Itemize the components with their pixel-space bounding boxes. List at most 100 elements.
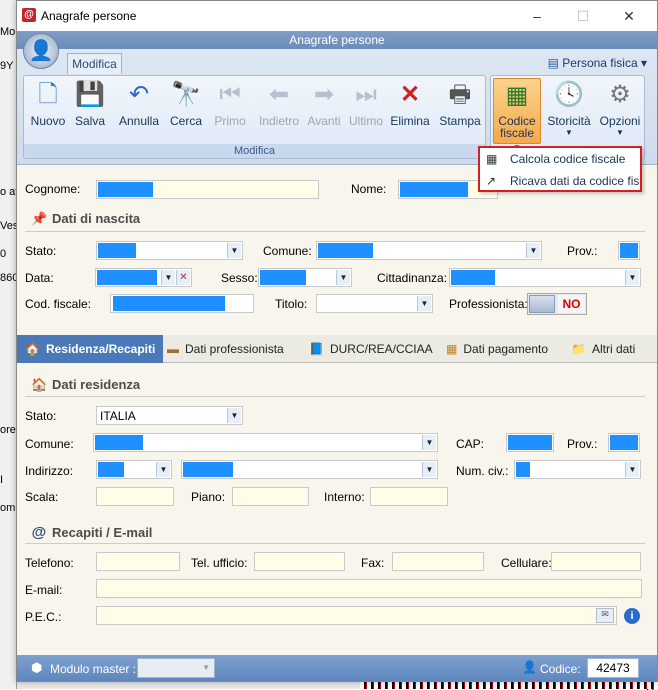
storicita-button[interactable]: 🕓 Storicità ▼ <box>545 80 593 137</box>
ribbon-title: Anagrafe persone <box>17 31 657 49</box>
maximize-button[interactable]: ☐ <box>560 1 606 31</box>
interno-field[interactable] <box>370 487 448 506</box>
chevron-down-icon[interactable]: ▼ <box>161 270 175 285</box>
tel-ufficio-field[interactable] <box>254 552 345 571</box>
professionista-toggle[interactable]: NO <box>527 293 587 315</box>
bench-icon: ▬ <box>167 342 179 356</box>
indirizzo-tipo-select[interactable]: ▼ <box>96 460 172 479</box>
piano-field[interactable] <box>232 487 309 506</box>
cognome-field[interactable] <box>96 180 319 199</box>
minimize-button[interactable]: – <box>514 1 560 31</box>
prov-nascita-field[interactable] <box>618 241 640 260</box>
codice-value: 42473 <box>587 658 639 678</box>
last-record-icon: ⏭ <box>355 81 377 108</box>
cellulare-label: Cellulare: <box>501 556 552 570</box>
chevron-down-icon: ▼ <box>616 128 624 137</box>
persona-selector[interactable]: ▤ Persona fisica ▾ <box>548 56 647 70</box>
prov-residenza-field[interactable] <box>608 433 640 452</box>
tab-altri-dati[interactable]: 📁 Altri dati <box>571 335 635 363</box>
folder-icon: 📁 <box>571 342 586 356</box>
bg-text: ore <box>0 424 16 436</box>
clear-x-icon[interactable]: ✕ <box>176 270 190 285</box>
pec-button-icon[interactable]: ✉ <box>596 608 614 623</box>
scala-field[interactable] <box>96 487 174 506</box>
tab-modifica[interactable]: Modifica <box>67 53 122 74</box>
chevron-down-icon: ▼ <box>336 270 350 285</box>
save-disk-icon: 💾 <box>75 81 105 108</box>
toggle-knob <box>529 295 555 313</box>
chevron-down-icon: ▼ <box>565 128 573 137</box>
stato-residenza-select[interactable]: ITALIA ▼ <box>96 406 243 425</box>
nuovo-button[interactable]: 🗋 Nuovo <box>28 80 68 128</box>
salva-button[interactable]: 💾 Salva <box>70 80 110 128</box>
ultimo-button[interactable]: ⏭ Ultimo <box>346 80 386 128</box>
cellulare-field[interactable] <box>551 552 641 571</box>
elimina-button[interactable]: ✕ Elimina <box>390 80 430 128</box>
num-civ-select[interactable]: ▼ <box>514 460 641 479</box>
divider <box>25 231 645 232</box>
delete-x-icon: ✕ <box>399 81 421 108</box>
pec-label: P.E.C.: <box>25 610 62 624</box>
group-modifica: 🗋 Nuovo 💾 Salva ↶ Annulla 🔭 Cerca ⏮ Primo ⬅ In… <box>23 75 486 159</box>
undo-arrow-icon: ↶ <box>128 81 150 108</box>
avanti-button[interactable]: ➡ Avanti <box>304 80 344 128</box>
stampa-button[interactable]: 🖶 Stampa <box>438 80 482 128</box>
telefono-label: Telefono: <box>25 556 74 570</box>
cube-icon: ⬢ <box>31 660 43 675</box>
tab-dati-pagamento[interactable]: ▦ Dati pagamento <box>446 335 548 363</box>
new-document-icon: 🗋 <box>38 81 58 108</box>
indietro-button[interactable]: ⬅ Indietro <box>256 80 302 128</box>
status-bar: ⬢ Modulo master : ▼ 👤 Codice: 42473 <box>17 655 657 681</box>
bg-text: I <box>0 474 4 486</box>
email-field[interactable] <box>96 579 642 598</box>
indirizzo-select[interactable]: ▼ <box>181 460 438 479</box>
stato-residenza-value: ITALIA <box>100 409 136 423</box>
annulla-button[interactable]: ↶ Annulla <box>116 80 162 128</box>
tab-dati-professionista[interactable]: ▬ Dati professionista <box>167 335 284 363</box>
house-icon: 🏠 <box>31 377 48 392</box>
chevron-down-icon: ▼ <box>417 296 431 311</box>
redacted-value <box>508 435 552 450</box>
comune-residenza-select[interactable]: ▼ <box>93 433 438 452</box>
sesso-label: Sesso: <box>221 271 258 285</box>
codice-fiscale-button[interactable]: ▦Codice fiscale▼ <box>493 78 541 152</box>
fax-label: Fax: <box>361 556 385 570</box>
titolo-select[interactable]: ▼ <box>316 294 433 313</box>
tab-residenza-recapiti[interactable]: 🏠 Residenza/Recapiti <box>17 335 164 363</box>
close-button[interactable]: ✕ <box>606 1 652 31</box>
bg-text: omu <box>0 502 17 514</box>
cap-field[interactable] <box>506 433 554 452</box>
menu-item-calcola-codice-fiscale[interactable]: ▦ Calcola codice fiscale <box>480 149 640 169</box>
codice-fiscale-field[interactable] <box>110 294 254 313</box>
person-icon: 👤 <box>522 660 537 674</box>
interno-label: Interno: <box>324 490 365 504</box>
tab-bar: 🏠 Residenza/Recapiti ▬ Dati professionista… <box>17 335 657 363</box>
stato-nascita-select[interactable]: ▼ <box>96 241 243 260</box>
modulo-master-select[interactable]: ▼ <box>137 658 215 678</box>
opzioni-button[interactable]: ⚙ Opzioni ▼ <box>597 80 643 137</box>
telefono-field[interactable] <box>96 552 180 571</box>
sesso-select[interactable]: ▼ <box>258 268 352 287</box>
pec-field[interactable]: ✉ <box>96 606 617 625</box>
redacted-value <box>95 435 143 450</box>
nome-label: Nome: <box>351 182 387 196</box>
tab-durc-rea-cciaa[interactable]: 📘 DURC/REA/CCIAA <box>309 335 433 363</box>
first-record-icon: ⏮ <box>219 81 241 108</box>
menu-item-ricava-dati[interactable]: ↗ Ricava dati da codice fisca <box>480 171 640 191</box>
primo-button[interactable]: ⏮ Primo <box>210 80 250 128</box>
user-avatar-icon[interactable]: 👤 <box>23 33 59 69</box>
info-icon[interactable]: i <box>624 608 640 624</box>
bg-text: 9Y <box>0 60 14 72</box>
title-bar[interactable]: @ Anagrafe persone – ☐ ✕ <box>17 1 657 31</box>
fax-field[interactable] <box>392 552 484 571</box>
chevron-down-icon: ▾ <box>637 56 647 70</box>
chevron-down-icon: ▼ <box>422 462 436 477</box>
cittadinanza-select[interactable]: ▼ <box>449 268 641 287</box>
data-nascita-field[interactable]: ▼ ✕ <box>95 268 192 287</box>
comune-nascita-select[interactable]: ▼ <box>316 241 542 260</box>
binoculars-icon: 🔭 <box>171 81 201 108</box>
tel-ufficio-label: Tel. ufficio: <box>191 556 248 570</box>
book-icon: 📘 <box>309 342 324 356</box>
scala-label: Scala: <box>25 490 59 504</box>
cerca-button[interactable]: 🔭 Cerca <box>166 80 206 128</box>
